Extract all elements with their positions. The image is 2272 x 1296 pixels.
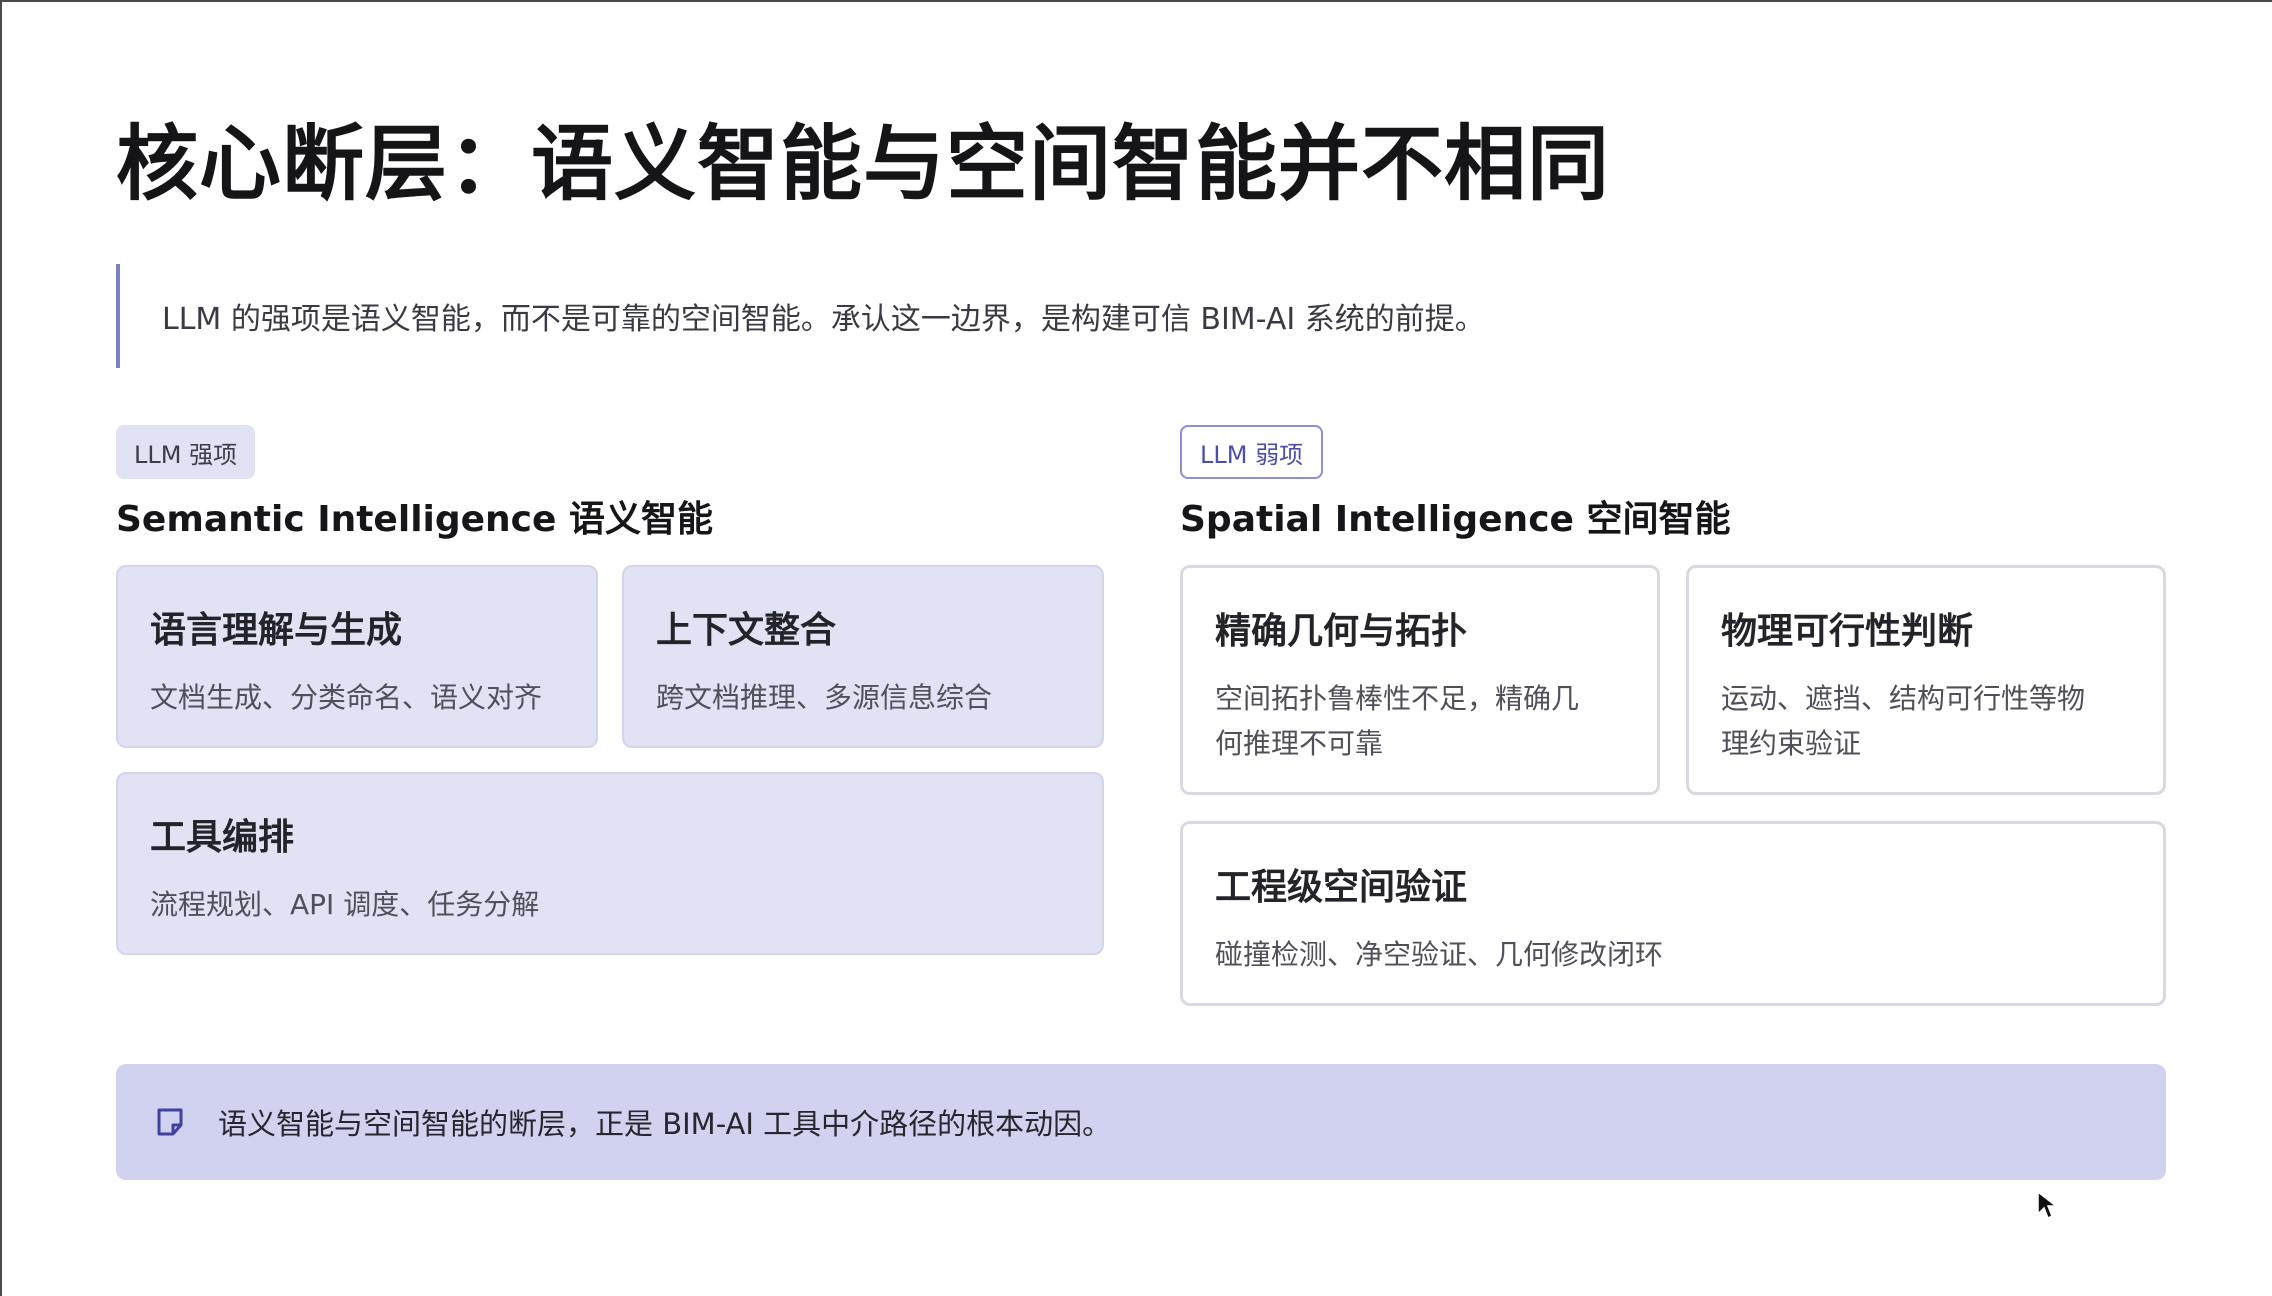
- mouse-cursor-icon: [2037, 1190, 2058, 1220]
- card-desc-line: 何推理不可靠: [1215, 727, 1384, 760]
- badge-llm-strength: LLM 强项: [116, 425, 256, 479]
- card-desc: 文档生成、分类命名、语义对齐: [150, 681, 543, 714]
- card-title: 工程级空间验证: [1215, 867, 1468, 908]
- slide-title: 核心断层：语义智能与空间智能并不相同: [116, 117, 1611, 212]
- card-desc: 跨文档推理、多源信息综合: [656, 681, 993, 714]
- card-desc-line: 理约束验证: [1721, 727, 1862, 760]
- quote-text: LLM 的强项是语义智能，而不是可靠的空间智能。承认这一边界，是构建可信 BIM…: [162, 302, 1485, 337]
- spatial-heading: Spatial Intelligence 空间智能: [1180, 499, 1731, 540]
- card-desc: 碰撞检测、净空验证、几何修改闭环: [1215, 932, 2131, 977]
- slide-frame: 核心断层：语义智能与空间智能并不相同 LLM 的强项是语义智能，而不是可靠的空间…: [0, 0, 2272, 1296]
- card-tool-orchestration: 工具编排 流程规划、API 调度、任务分解: [116, 772, 1104, 955]
- card-title: 上下文整合: [656, 610, 837, 651]
- card-context-integration: 上下文整合 跨文档推理、多源信息综合: [622, 565, 1104, 748]
- note-icon: [157, 1108, 183, 1136]
- card-physical-feasibility: 物理可行性判断 运动、遮挡、结构可行性等物 理约束验证: [1686, 565, 2166, 795]
- card-desc: 空间拓扑鲁棒性不足，精确几 何推理不可靠: [1215, 676, 1625, 766]
- slide-quote: LLM 的强项是语义智能，而不是可靠的空间智能。承认这一边界，是构建可信 BIM…: [116, 264, 1516, 368]
- card-desc-line: 空间拓扑鲁棒性不足，精确几: [1215, 682, 1580, 715]
- badge-llm-weakness: LLM 弱项: [1180, 425, 1324, 479]
- card-desc-line: 碰撞检测、净空验证、几何修改闭环: [1215, 938, 1664, 971]
- card-desc: 运动、遮挡、结构可行性等物 理约束验证: [1721, 676, 2131, 766]
- card-title: 语言理解与生成: [150, 610, 403, 651]
- card-title: 精确几何与拓扑: [1215, 611, 1468, 652]
- card-precise-geometry: 精确几何与拓扑 空间拓扑鲁棒性不足，精确几 何推理不可靠: [1180, 565, 1660, 795]
- footer-text: 语义智能与空间智能的断层，正是 BIM-AI 工具中介路径的根本动因。: [218, 1107, 1112, 1141]
- card-engineering-verification: 工程级空间验证 碰撞检测、净空验证、几何修改闭环: [1180, 821, 2166, 1006]
- card-desc-line: 运动、遮挡、结构可行性等物: [1721, 682, 2086, 715]
- semantic-heading: Semantic Intelligence 语义智能: [116, 499, 713, 540]
- card-desc: 流程规划、API 调度、任务分解: [150, 888, 540, 921]
- card-title: 物理可行性判断: [1721, 611, 1974, 652]
- footer-callout: 语义智能与空间智能的断层，正是 BIM-AI 工具中介路径的根本动因。: [116, 1064, 2166, 1180]
- card-title: 工具编排: [150, 817, 295, 858]
- card-language-understanding: 语言理解与生成 文档生成、分类命名、语义对齐: [116, 565, 598, 748]
